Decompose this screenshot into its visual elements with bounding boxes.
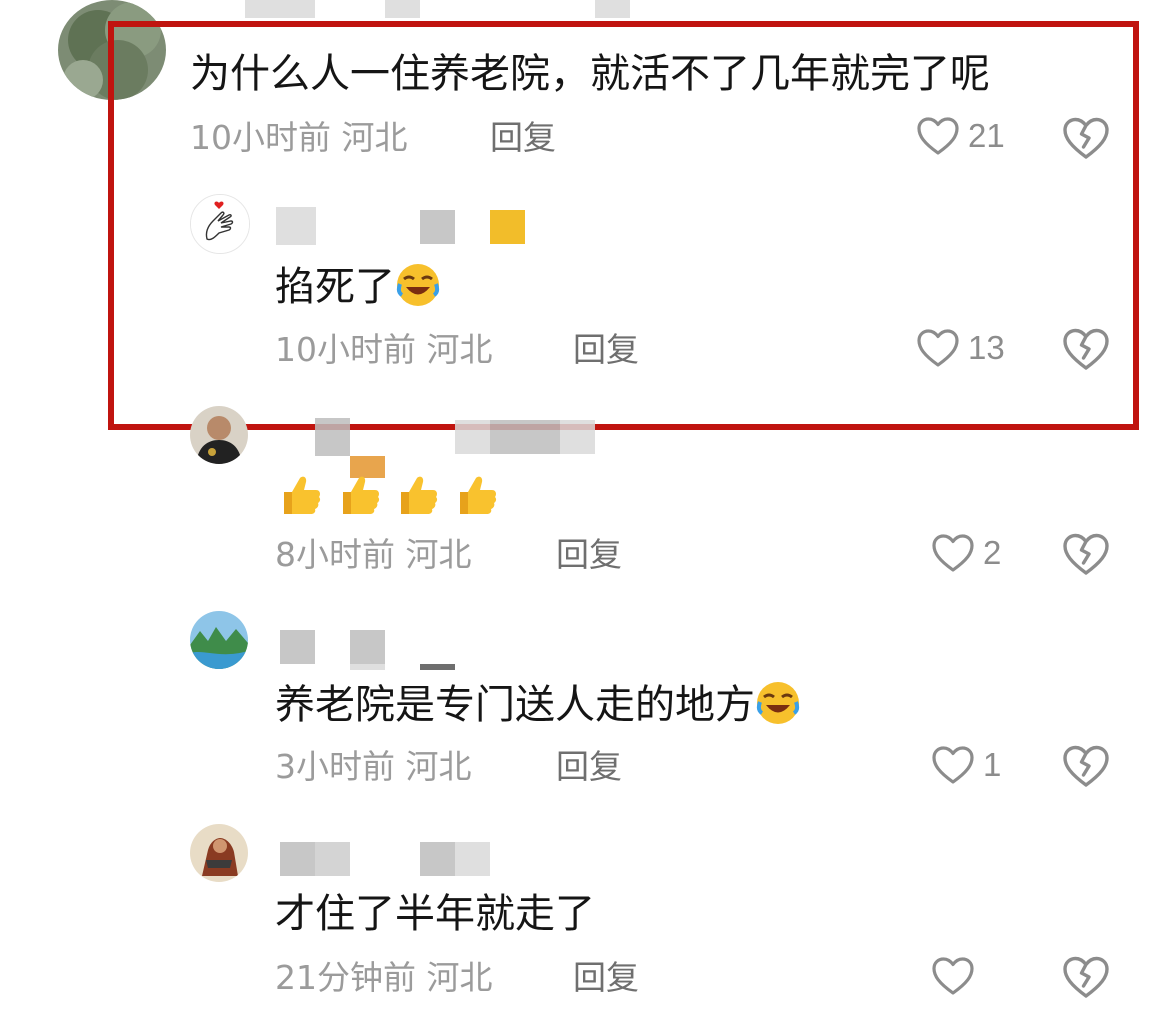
- redacted-username: [280, 630, 315, 664]
- like-button[interactable]: 13: [916, 328, 1005, 368]
- like-button[interactable]: 2: [931, 533, 1001, 573]
- dislike-button[interactable]: [1062, 744, 1110, 788]
- laughing-crying-emoji: [395, 262, 441, 308]
- reply-button[interactable]: 回复: [556, 535, 622, 575]
- like-count: 13: [968, 329, 1005, 366]
- comment-time: 10小时前: [190, 118, 331, 157]
- reply-location: 河北: [405, 535, 472, 574]
- avatar[interactable]: [58, 0, 166, 100]
- redacted-username: [490, 420, 560, 454]
- reply-time: 3小时前: [275, 747, 395, 786]
- reply-text: [278, 472, 500, 521]
- like-count: 21: [968, 117, 1005, 154]
- redacted-username: [245, 0, 315, 18]
- heart-outline-icon: [932, 534, 974, 572]
- thumbs-up-emoji: [454, 472, 500, 518]
- reply-meta: 8小时前 河北: [275, 535, 472, 575]
- comment-meta: 10小时前 河北: [190, 118, 408, 158]
- heart-outline-icon: [917, 329, 959, 367]
- redacted-username: [280, 842, 315, 876]
- reply-button[interactable]: 回复: [490, 118, 556, 158]
- dislike-button[interactable]: [1062, 116, 1110, 160]
- reply-location: 河北: [405, 747, 472, 786]
- reply-time: 10小时前: [275, 330, 416, 369]
- laughing-crying-emoji: [755, 680, 801, 726]
- heart-outline-icon: [917, 117, 959, 155]
- redacted-username: [315, 418, 350, 456]
- broken-heart-icon: [1063, 117, 1109, 159]
- reply-text: 养老院是专门送人走的地方: [275, 680, 801, 729]
- reply-text-content: 养老院是专门送人走的地方: [275, 682, 755, 728]
- reply-meta: 21分钟前 河北: [275, 958, 493, 998]
- reply-button[interactable]: 回复: [573, 330, 639, 370]
- redacted-username: [560, 420, 595, 454]
- redacted-username: [420, 210, 455, 244]
- comment-text: 为什么人一住养老院，就活不了几年就完了呢: [190, 51, 990, 97]
- broken-heart-icon: [1063, 533, 1109, 575]
- comment-location: 河北: [341, 118, 408, 157]
- dislike-button[interactable]: [1062, 327, 1110, 371]
- avatar[interactable]: [190, 611, 248, 669]
- thumbs-up-emoji: [337, 472, 383, 518]
- broken-heart-icon: [1063, 328, 1109, 370]
- redacted-badge: [490, 210, 525, 244]
- redacted-username: [385, 0, 420, 18]
- redacted-username: [276, 207, 316, 245]
- avatar[interactable]: [190, 406, 248, 464]
- like-count: 2: [983, 534, 1002, 571]
- reply-time: 21分钟前: [275, 958, 416, 997]
- redacted-username: [350, 664, 385, 670]
- reply-meta: 3小时前 河北: [275, 747, 472, 787]
- reply-text: 才住了半年就走了: [275, 891, 595, 937]
- reply-text-content: 掐死了: [275, 264, 395, 310]
- reply-button[interactable]: 回复: [573, 958, 639, 998]
- heart-outline-icon: [932, 957, 974, 995]
- avatar[interactable]: [190, 194, 250, 254]
- like-button[interactable]: 21: [916, 116, 1005, 156]
- redacted-username: [455, 842, 490, 876]
- reply-time: 8小时前: [275, 535, 395, 574]
- redacted-username: [350, 630, 385, 664]
- redacted-username: [455, 420, 490, 454]
- dislike-button[interactable]: [1062, 955, 1110, 999]
- redacted-username: [420, 842, 455, 876]
- reply-location: 河北: [426, 958, 493, 997]
- thumbs-up-emoji: [395, 472, 441, 518]
- like-button[interactable]: 1: [931, 745, 1001, 785]
- like-button[interactable]: [931, 956, 983, 996]
- broken-heart-icon: [1063, 745, 1109, 787]
- thumbs-up-emoji: [278, 472, 324, 518]
- avatar[interactable]: [190, 824, 248, 882]
- reply-text: 掐死了: [275, 262, 441, 311]
- heart-outline-icon: [932, 746, 974, 784]
- redacted-badge: [420, 664, 455, 670]
- reply-meta: 10小时前 河北: [275, 330, 493, 370]
- reply-button[interactable]: 回复: [556, 747, 622, 787]
- redacted-username: [595, 0, 630, 18]
- dislike-button[interactable]: [1062, 532, 1110, 576]
- redacted-username: [315, 842, 350, 876]
- broken-heart-icon: [1063, 956, 1109, 998]
- reply-location: 河北: [426, 330, 493, 369]
- like-count: 1: [983, 746, 1002, 783]
